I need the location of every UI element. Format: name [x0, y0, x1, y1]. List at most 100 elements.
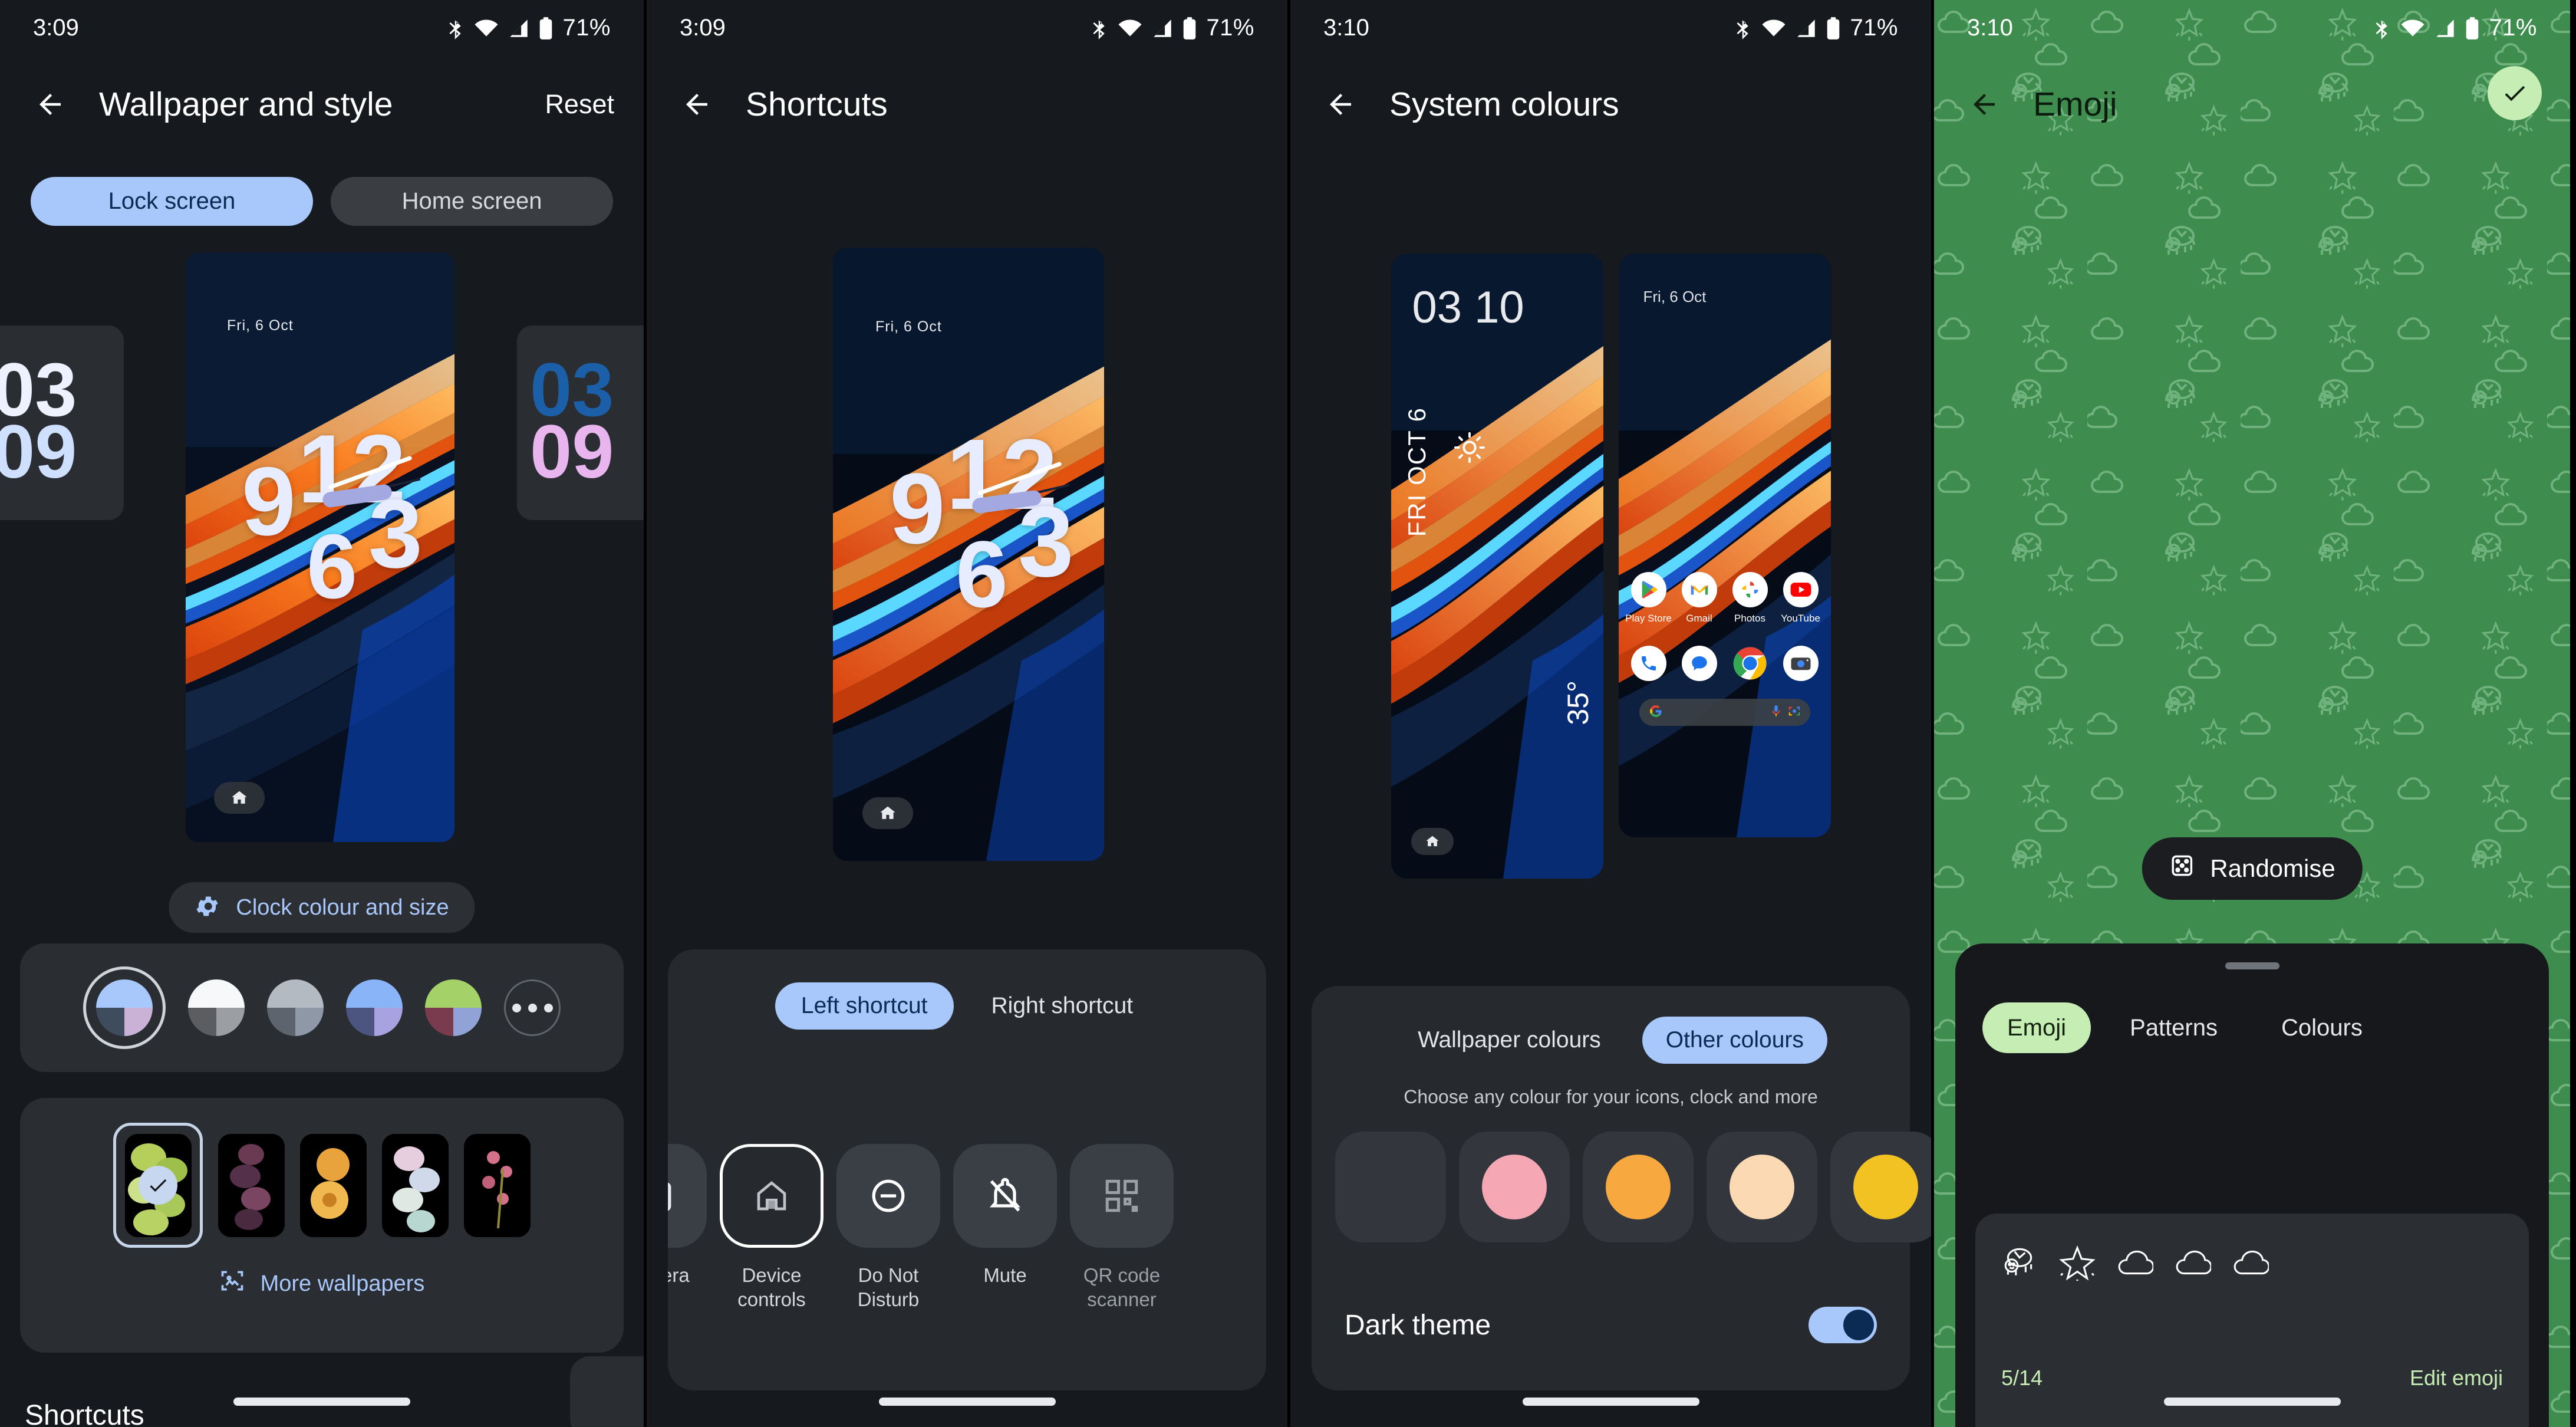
status-time: 3:09: [680, 15, 726, 41]
colour-option-monochrome[interactable]: [1335, 1132, 1446, 1242]
app-youtube[interactable]: YouTube: [1781, 572, 1820, 624]
battery-icon: [1182, 17, 1197, 40]
sparkle-star-icon[interactable]: [2059, 1244, 2096, 1284]
shortcut-label: Device controls: [737, 1264, 806, 1311]
cloud-icon[interactable]: [2175, 1244, 2212, 1284]
lock-screen-preview[interactable]: Fri, 6 Oct 12 9 3 6: [186, 252, 454, 842]
shortcut-mute[interactable]: Mute: [953, 1144, 1057, 1312]
more-wallpapers-button[interactable]: More wallpapers: [20, 1268, 624, 1300]
reset-button[interactable]: Reset: [545, 89, 614, 120]
do-not-disturb-icon: [836, 1144, 940, 1248]
tab-home-screen[interactable]: Home screen: [331, 177, 613, 226]
thumb-1[interactable]: [218, 1133, 285, 1237]
emoji-row: [1975, 1214, 2529, 1284]
preview-cards: 03 10 FRI OCT 6 35° Fri, 6 Oct Play Stor…: [1290, 254, 1931, 879]
panel-shortcuts: 3:09 71% Shortcuts Fri, 6 Oct 12 9 3 6 L…: [644, 0, 1287, 1427]
thumb-4[interactable]: [464, 1133, 531, 1237]
app-label: YouTube: [1781, 613, 1820, 624]
wifi-icon: [1118, 18, 1142, 38]
tab-colours[interactable]: Colours: [2257, 1002, 2387, 1053]
lock-preview-temperature: 35°: [1561, 680, 1595, 725]
google-search-bar[interactable]: [1639, 699, 1810, 726]
arrow-back-icon[interactable]: [29, 84, 71, 125]
battery-percentage: 71%: [1850, 15, 1898, 41]
app-bar: Shortcuts: [647, 72, 1287, 137]
arrow-back-icon[interactable]: [1320, 84, 1361, 125]
app-photos[interactable]: Photos: [1732, 572, 1768, 624]
tab-emoji[interactable]: Emoji: [1982, 1002, 2091, 1053]
app-gmail[interactable]: Gmail: [1681, 572, 1718, 624]
home-icon[interactable]: [862, 797, 913, 829]
app-camera[interactable]: [1783, 646, 1819, 681]
cloud-icon[interactable]: [2232, 1244, 2270, 1284]
shortcut-label: Do Not Disturb: [857, 1264, 920, 1311]
tab-lock-screen[interactable]: Lock screen: [31, 177, 313, 226]
status-time: 3:09: [33, 15, 79, 41]
swatch-4[interactable]: [425, 979, 482, 1036]
shortcut-label: Mute: [983, 1264, 1027, 1286]
confirm-button[interactable]: [2488, 66, 2542, 120]
clock-colour-and-size-button[interactable]: Clock colour and size: [169, 882, 475, 933]
emoji-footer: 5/14 Edit emoji: [2001, 1366, 2503, 1390]
dark-theme-toggle[interactable]: [1809, 1307, 1877, 1343]
swatch-1[interactable]: [188, 979, 245, 1036]
tab-other-colours[interactable]: Other colours: [1642, 1017, 1827, 1064]
bell-off-icon: [953, 1144, 1057, 1248]
colour-option-pink[interactable]: [1459, 1132, 1570, 1242]
tab-right-shortcut[interactable]: Right shortcut: [966, 982, 1159, 1030]
app-grid: Play Store Gmail Photos YouTube: [1619, 572, 1831, 726]
lock-screen-preview[interactable]: 03 10 FRI OCT 6 35°: [1391, 254, 1603, 879]
app-play-store[interactable]: Play Store: [1625, 572, 1672, 624]
check-icon: [139, 1166, 177, 1205]
arrow-back-icon[interactable]: [1964, 84, 2005, 125]
arrow-back-icon[interactable]: [676, 84, 717, 125]
more-horizontal-icon[interactable]: [504, 979, 561, 1036]
lock-screen-preview[interactable]: Fri, 6 Oct 12 9 3 6: [833, 248, 1104, 861]
preview-date: Fri, 6 Oct: [227, 317, 294, 334]
microphone-icon[interactable]: [1770, 705, 1782, 721]
home-indicator: [1522, 1398, 1699, 1406]
tab-left-shortcut[interactable]: Left shortcut: [775, 982, 954, 1030]
app-messages[interactable]: [1681, 646, 1718, 681]
thumb-2[interactable]: [300, 1133, 367, 1237]
colour-option-orange[interactable]: [1583, 1132, 1694, 1242]
app-label: Play Store: [1625, 613, 1672, 624]
swatch-quad: [1358, 1155, 1423, 1219]
swatch-3[interactable]: [346, 979, 403, 1036]
status-bar: 3:10 71%: [1290, 0, 1931, 56]
clock-widget-preview-left[interactable]: 03 09: [0, 325, 124, 520]
battery-percentage: 71%: [562, 15, 611, 41]
thumb-3[interactable]: [382, 1133, 449, 1237]
shortcut-device-controls[interactable]: Device controls: [720, 1144, 823, 1312]
clock-widget-preview-right[interactable]: 03 09: [517, 325, 644, 520]
colour-option-peach[interactable]: [1707, 1132, 1817, 1242]
tab-patterns[interactable]: Patterns: [2105, 1002, 2242, 1053]
shortcut-camera[interactable]: Camera: [668, 1144, 707, 1312]
sheet-grabber[interactable]: [2225, 962, 2279, 969]
more-wallpapers-label: More wallpapers: [260, 1271, 425, 1296]
dark-theme-row: Dark theme: [1345, 1307, 1877, 1343]
home-screen-preview[interactable]: Fri, 6 Oct Play Store Gmail Photos YouTu…: [1618, 254, 1831, 837]
tab-wallpaper-colours[interactable]: Wallpaper colours: [1394, 1017, 1625, 1064]
swatch-2[interactable]: [267, 979, 324, 1036]
app-phone[interactable]: [1630, 646, 1667, 681]
cloud-icon[interactable]: [2117, 1244, 2155, 1284]
bluetooth-icon: [1734, 17, 1752, 40]
shortcut-qr-code-scanner[interactable]: QR code scanner: [1070, 1144, 1174, 1312]
side-left-line2: 09: [0, 410, 77, 494]
app-chrome[interactable]: [1732, 646, 1768, 681]
clock-number-6: 6: [307, 515, 358, 617]
home-icon[interactable]: [214, 782, 265, 814]
turtle-icon[interactable]: [2001, 1244, 2038, 1284]
randomise-button[interactable]: Randomise: [2142, 837, 2363, 900]
colour-option-yellow[interactable]: [1830, 1132, 1931, 1242]
edit-emoji-button[interactable]: Edit emoji: [2410, 1366, 2503, 1390]
camera-icon: [668, 1144, 707, 1248]
google-lens-icon[interactable]: [1788, 705, 1801, 721]
home-icon[interactable]: [1411, 828, 1454, 855]
status-icons: 71%: [447, 15, 611, 41]
shortcut-do-not-disturb[interactable]: Do Not Disturb: [836, 1144, 940, 1312]
image-add-icon: [219, 1268, 245, 1300]
colour-swatch-selected[interactable]: [83, 966, 166, 1049]
wallpaper-thumb-selected[interactable]: [113, 1123, 203, 1248]
